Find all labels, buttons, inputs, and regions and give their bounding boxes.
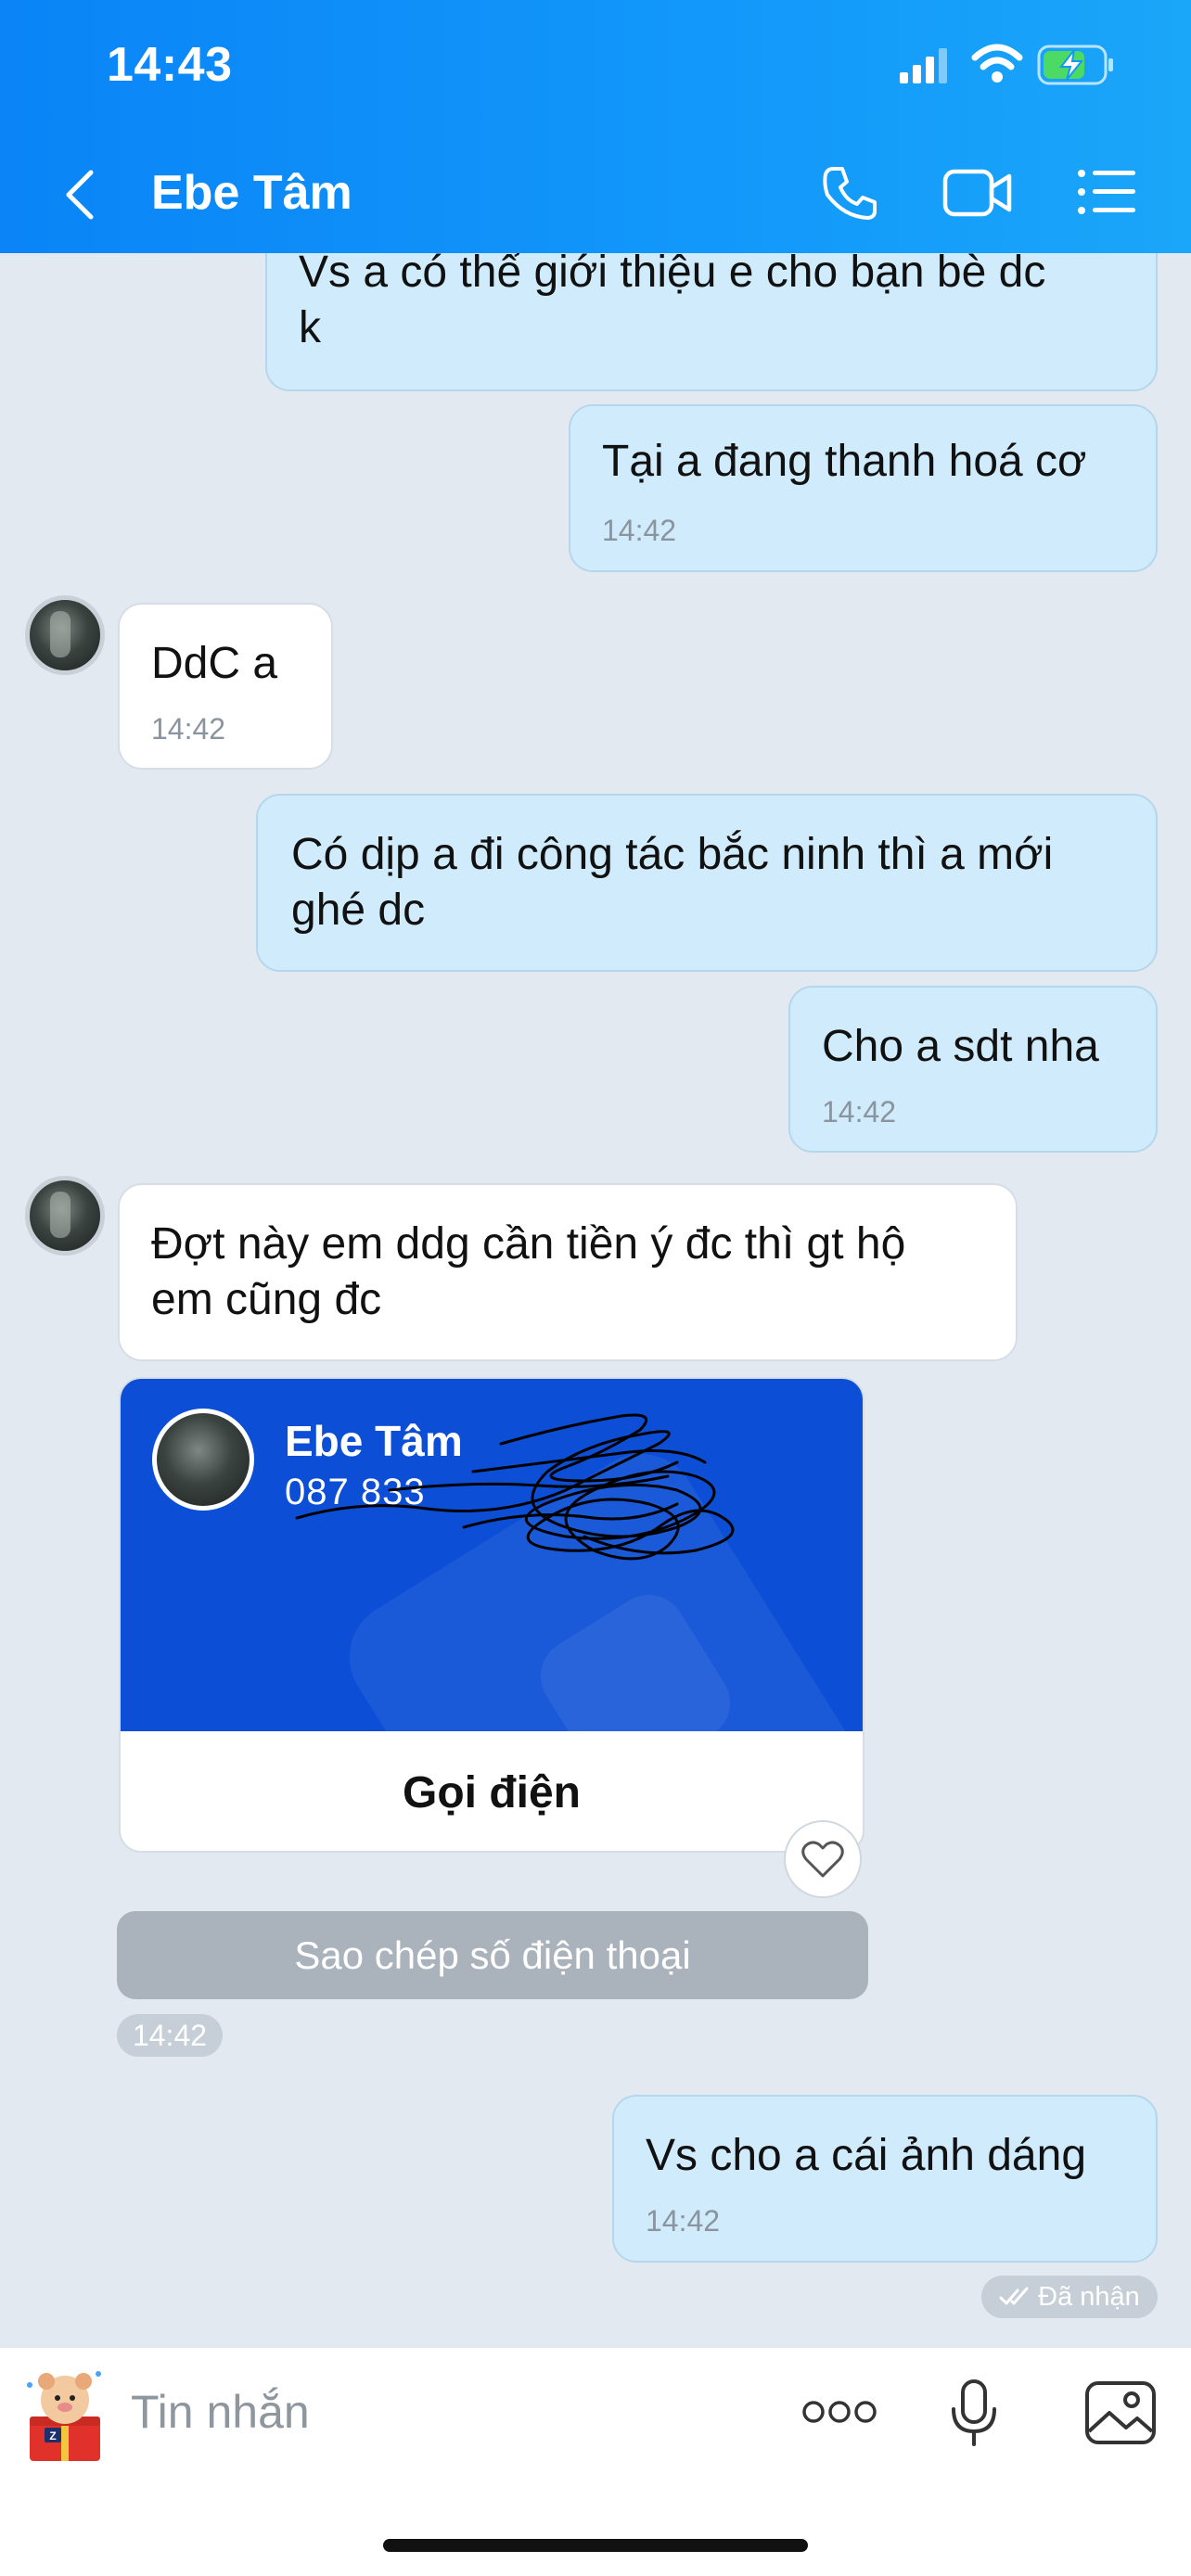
message-bubble-incoming[interactable]: DdC a 14:42 bbox=[118, 603, 333, 770]
message-time-pill: 14:42 bbox=[117, 2014, 223, 2057]
contact-card-header: Ebe Tâm 087 833 bbox=[121, 1379, 863, 1731]
scribble-redaction bbox=[295, 1413, 735, 1561]
copy-phone-button[interactable]: Sao chép số điện thoại bbox=[117, 1911, 868, 1999]
contact-avatar bbox=[152, 1409, 254, 1511]
home-indicator[interactable] bbox=[383, 2539, 808, 2552]
status-time: 14:43 bbox=[107, 38, 233, 92]
phone-icon[interactable] bbox=[820, 163, 879, 223]
message-bubble-outgoing[interactable]: Tại a đang thanh hoá cơ 14:42 bbox=[569, 404, 1158, 572]
message-bubble-outgoing[interactable]: Có dịp a đi công tác bắc ninh thì a mới … bbox=[256, 794, 1158, 972]
message-text: Vs cho a cái ảnh dáng bbox=[646, 2131, 1087, 2180]
received-status-badge: Đã nhận bbox=[981, 2276, 1158, 2318]
svg-text:Z: Z bbox=[49, 2429, 56, 2442]
message-text: em cũng đc bbox=[151, 1275, 382, 1324]
message-text: Cho a sdt nha bbox=[822, 1022, 1099, 1071]
avatar[interactable] bbox=[25, 1176, 105, 1256]
message-input[interactable]: Tin nhắn bbox=[131, 2385, 310, 2439]
message-time: 14:42 bbox=[646, 2204, 721, 2238]
double-check-icon bbox=[999, 2287, 1029, 2305]
message-time: 14:42 bbox=[151, 712, 226, 746]
video-camera-icon[interactable] bbox=[942, 167, 1013, 219]
received-label: Đã nhận bbox=[1038, 2281, 1140, 2312]
message-text: Đợt này em ddg cần tiền ý đc thì gt hộ bbox=[151, 1219, 906, 1269]
call-button[interactable]: Gọi điện bbox=[121, 1731, 863, 1851]
message-text: Tại a đang thanh hoá cơ bbox=[602, 437, 1087, 486]
message-text: DdC a bbox=[151, 639, 278, 688]
battery-icon bbox=[1037, 45, 1113, 85]
avatar[interactable] bbox=[25, 595, 105, 675]
message-text: ghé dc bbox=[291, 886, 426, 935]
message-time: 14:42 bbox=[602, 514, 677, 547]
message-bubble-outgoing[interactable]: Vs cho a cái ảnh dáng 14:42 bbox=[612, 2095, 1158, 2263]
message-time: 14:42 bbox=[822, 1095, 897, 1129]
signal-icon bbox=[900, 48, 947, 83]
sticker-icon[interactable]: Z bbox=[19, 2363, 111, 2465]
contact-card[interactable]: Ebe Tâm 087 833 Gọi điện bbox=[119, 1377, 864, 1853]
message-text: Vs a có thể giới thiệu e cho bạn bè dc bbox=[299, 248, 1046, 297]
heart-react-button[interactable] bbox=[784, 1820, 862, 1898]
chat-header: 14:43 Ebe Tâm bbox=[0, 0, 1191, 253]
message-bubble-incoming[interactable]: Đợt này em ddg cần tiền ý đc thì gt hộ e… bbox=[118, 1183, 1018, 1361]
chat-title[interactable]: Ebe Tâm bbox=[151, 165, 352, 221]
microphone-icon[interactable] bbox=[948, 2378, 1000, 2448]
message-text: k bbox=[299, 303, 321, 352]
list-menu-icon[interactable] bbox=[1078, 169, 1135, 215]
message-text: Có dịp a đi công tác bắc ninh thì a mới bbox=[291, 830, 1054, 879]
wifi-icon bbox=[971, 44, 1023, 83]
message-bubble-outgoing[interactable]: Cho a sdt nha 14:42 bbox=[788, 986, 1158, 1153]
heart-icon bbox=[801, 1841, 844, 1878]
more-dots-icon[interactable] bbox=[801, 2398, 877, 2426]
image-icon[interactable] bbox=[1083, 2379, 1158, 2446]
back-chevron-icon[interactable] bbox=[61, 169, 98, 221]
